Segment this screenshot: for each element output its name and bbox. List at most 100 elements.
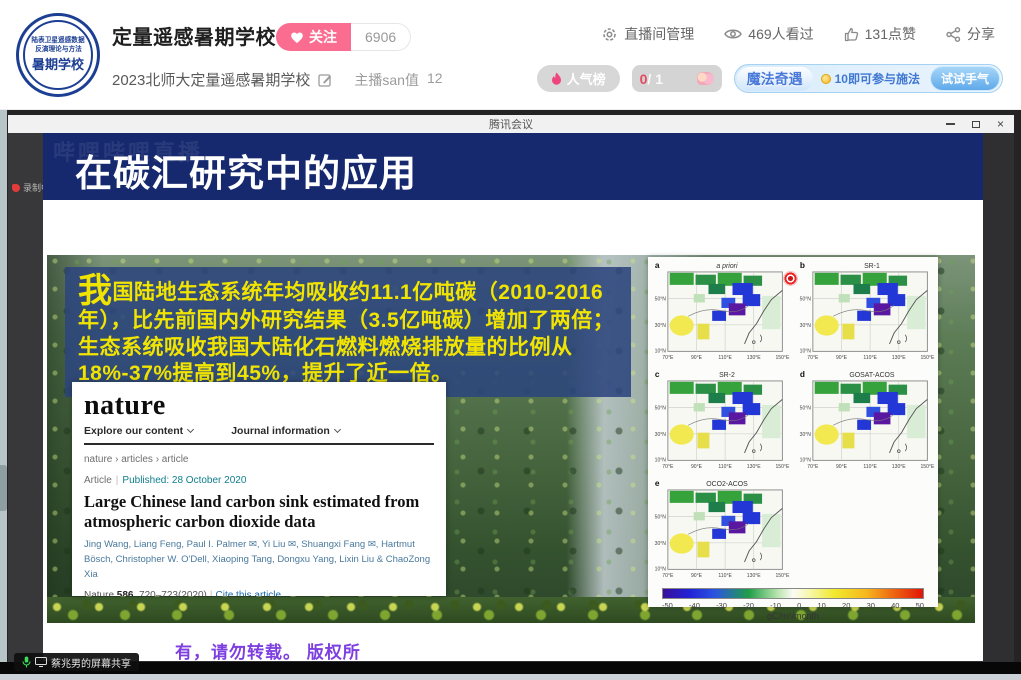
svg-text:10°N: 10°N [800, 348, 812, 354]
svg-text:150°E: 150°E [775, 464, 790, 470]
svg-text:90°E: 90°E [836, 355, 848, 361]
svg-text:110°E: 110°E [863, 464, 877, 470]
gift-progress-pill[interactable]: 0/ 1 [632, 65, 722, 92]
svg-text:150°E: 150°E [775, 355, 790, 361]
tencent-meeting-window: 腾讯会议 × 录制中 哔哩哔哩直播 在碳汇研究中的应用 我国陆地生态系统年 [8, 115, 1014, 673]
svg-text:110°E: 110°E [863, 355, 877, 361]
svg-text:130°E: 130°E [892, 355, 907, 361]
room-manage-label: 直播间管理 [624, 24, 694, 44]
colorbar-block: -50-40-30-20-1001020304050 gC/m²/month [648, 586, 938, 621]
svg-text:70°E: 70°E [662, 464, 674, 470]
svg-text:SR-1: SR-1 [864, 263, 880, 270]
presenter-side-strip: 录制中 [8, 133, 43, 673]
thumbs-up-icon [844, 27, 859, 42]
meeting-titlebar: 腾讯会议 × [8, 115, 1014, 133]
svg-text:50°N: 50°N [800, 406, 812, 412]
svg-text:50°N: 50°N [655, 515, 667, 521]
nature-article-title: Large Chinese land carbon sink estimated… [84, 492, 434, 532]
nature-article-card: nature Explore our content Journal infor… [72, 382, 446, 596]
colorbar-ticks: -50-40-30-20-1001020304050 [662, 601, 924, 610]
magic-event-title: 魔法奇遇 [737, 67, 813, 91]
coin-icon [821, 74, 831, 84]
svg-text:90°E: 90°E [691, 355, 703, 361]
key-findings-body: 国陆地生态系统年均吸收约11.1亿吨碳（2010-2016年），比先前国内外研究… [78, 281, 614, 385]
meeting-window-title: 腾讯会议 [8, 116, 1014, 132]
window-controls: × [946, 115, 1004, 133]
svg-text:30°N: 30°N [800, 432, 812, 438]
popularity-rank-pill[interactable]: 人气榜 [537, 65, 620, 92]
screen-share-label: 蔡兆男的屏幕共享 [51, 655, 131, 670]
svg-text:10°N: 10°N [800, 457, 812, 463]
sidebar-collapse-handle[interactable] [0, 465, 7, 511]
svg-text:130°E: 130°E [747, 573, 762, 579]
svg-text:150°E: 150°E [920, 355, 935, 361]
edit-icon[interactable] [318, 73, 332, 87]
room-subtitle-row: 2023北师大定量遥感暑期学校 主播san值 12 [112, 69, 443, 90]
svg-text:a priori: a priori [716, 263, 738, 270]
laser-pointer-dot [783, 271, 798, 286]
svg-text:90°E: 90°E [691, 464, 703, 470]
chevron-down-icon [187, 426, 194, 433]
follow-label: 关注 [309, 27, 337, 47]
like-count-label: 131点赞 [865, 24, 916, 44]
key-findings-first-char: 我 [78, 272, 113, 310]
svg-text:a: a [655, 260, 660, 270]
svg-text:50°N: 50°N [800, 297, 812, 303]
svg-text:10°N: 10°N [655, 457, 667, 463]
nature-nav: Explore our content Journal information [84, 425, 434, 445]
svg-text:50°N: 50°N [655, 297, 667, 303]
svg-text:150°E: 150°E [775, 573, 790, 579]
avatar-text-line2: 反演理论与方法 [35, 46, 82, 54]
carbon-flux-figure-panel: a a priori 50°N [648, 257, 938, 607]
follow-button[interactable]: 关注 [276, 23, 351, 51]
minimize-icon [946, 123, 955, 125]
header-stats: 直播间管理 469人看过 131点赞 分享 [601, 24, 995, 44]
nature-logo: nature [84, 390, 434, 422]
svg-text:70°E: 70°E [807, 464, 819, 470]
svg-text:30°N: 30°N [655, 323, 667, 329]
room-manage-button[interactable]: 直播间管理 [601, 24, 694, 44]
share-label: 分享 [967, 24, 995, 44]
streamer-avatar[interactable]: 陆表卫星遥感数据 反演理论与方法 暑期学校 [16, 13, 100, 97]
share-button[interactable]: 分享 [946, 24, 995, 44]
magic-event-capsule[interactable]: 魔法奇遇 10即可参与施法 试试手气 [734, 64, 1003, 93]
cite-this-article-link: Cite this article [216, 590, 282, 596]
svg-text:110°E: 110°E [718, 355, 732, 361]
svg-text:50°N: 50°N [655, 406, 667, 412]
nature-article-meta: Article|Published: 28 October 2020 [84, 475, 434, 486]
svg-text:130°E: 130°E [892, 464, 907, 470]
svg-text:e: e [655, 478, 660, 488]
recording-icon [12, 184, 20, 192]
copyright-marquee: 有，请勿转载。 版权所 [175, 638, 361, 661]
nature-breadcrumb: nature › articles › article [84, 454, 434, 465]
key-findings-text: 我国陆地生态系统年均吸收约11.1亿吨碳（2010-2016年），比先前国内外研… [65, 267, 631, 397]
follow-capsule: 关注 6906 [276, 23, 411, 51]
viewer-count-label: 469人看过 [748, 24, 813, 44]
bottom-black-bar [0, 662, 1021, 674]
colorbar-gradient [662, 588, 924, 599]
avatar-text-line1: 陆表卫星遥感数据 [31, 37, 84, 45]
gift-progress-total: / 1 [647, 71, 663, 87]
svg-text:130°E: 130°E [747, 464, 762, 470]
slide-title: 在碳汇研究中的应用 [75, 143, 417, 197]
svg-text:c: c [655, 369, 660, 379]
svg-text:130°E: 130°E [747, 355, 762, 361]
nature-article-authors: Jing Wang, Liang Feng, Paul I. Palmer ✉,… [84, 538, 434, 582]
carbon-flux-map: c SR-2 50°N 30 [648, 368, 793, 477]
screen-share-indicator: 蔡兆男的屏幕共享 [14, 653, 139, 671]
gear-icon [601, 26, 618, 43]
svg-text:70°E: 70°E [807, 355, 819, 361]
colorbar-unit: gC/m²/month [662, 611, 924, 621]
chevron-down-icon [334, 426, 341, 433]
like-button[interactable]: 131点赞 [844, 24, 916, 44]
follower-count[interactable]: 6906 [351, 23, 411, 51]
live-video-stage[interactable]: 腾讯会议 × 录制中 哔哩哔哩直播 在碳汇研究中的应用 我国陆地生态系统年 [0, 110, 1021, 680]
try-luck-button[interactable]: 试试手气 [930, 66, 1000, 91]
live-stream-page: 陆表卫星遥感数据 反演理论与方法 暑期学校 定量遥感暑期学校 关注 6906 直… [0, 0, 1021, 680]
svg-text:110°E: 110°E [718, 464, 732, 470]
room-title: 定量遥感暑期学校 [112, 21, 276, 50]
svg-text:90°E: 90°E [836, 464, 848, 470]
avatar-logo: 陆表卫星遥感数据 反演理论与方法 暑期学校 [23, 20, 93, 90]
svg-text:110°E: 110°E [718, 573, 732, 579]
svg-text:30°N: 30°N [655, 541, 667, 547]
